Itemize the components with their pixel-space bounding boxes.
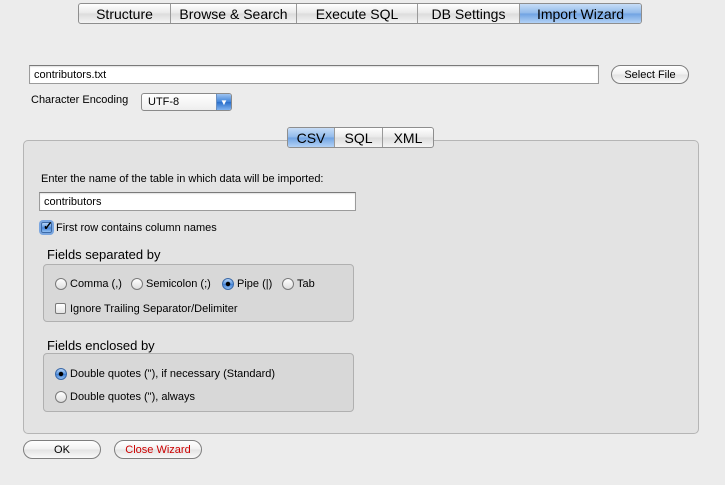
table-name-field[interactable]: contributors	[39, 192, 356, 211]
radio-tab-label: Tab	[297, 278, 315, 290]
radio-quotes-always[interactable]	[55, 391, 67, 403]
radio-semicolon[interactable]	[131, 278, 143, 290]
radio-quotes-if-necessary-label: Double quotes ("), if necessary (Standar…	[70, 368, 276, 380]
ignore-trailing-label: Ignore Trailing Separator/Delimiter	[70, 303, 238, 315]
enclosed-group	[43, 353, 354, 412]
select-file-button[interactable]: Select File	[611, 65, 689, 84]
separated-group-title: Fields separated by	[47, 247, 161, 262]
close-wizard-button[interactable]: Close Wizard	[114, 440, 202, 459]
radio-pipe[interactable]	[222, 278, 234, 290]
tab-import-wizard[interactable]: Import Wizard	[520, 4, 641, 23]
tab-xml[interactable]: XML	[383, 128, 433, 147]
enclosed-group-title: Fields enclosed by	[47, 338, 155, 353]
tab-structure[interactable]: Structure	[79, 4, 171, 23]
radio-comma[interactable]	[55, 278, 67, 290]
table-name-prompt: Enter the name of the table in which dat…	[41, 173, 324, 185]
radio-comma-label: Comma (,)	[70, 278, 122, 290]
radio-pipe-label: Pipe (|)	[237, 278, 273, 290]
first-row-checkbox[interactable]: ✓	[41, 219, 54, 233]
file-path-field[interactable]: contributors.txt	[29, 65, 599, 84]
checkmark-icon: ✓	[43, 219, 54, 233]
tab-db-settings[interactable]: DB Settings	[418, 4, 520, 23]
ignore-trailing-checkbox[interactable]	[55, 303, 66, 314]
encoding-label: Character Encoding	[31, 94, 129, 106]
radio-tab[interactable]	[282, 278, 294, 290]
first-row-label: First row contains column names	[56, 222, 217, 234]
tab-execute-sql[interactable]: Execute SQL	[297, 4, 418, 23]
encoding-select[interactable]: UTF-8 ▼	[141, 93, 232, 111]
main-tab-bar: Structure Browse & Search Execute SQL DB…	[78, 3, 642, 24]
encoding-value: UTF-8	[148, 96, 180, 108]
chevron-down-icon: ▼	[216, 94, 231, 110]
tab-csv[interactable]: CSV	[288, 128, 335, 147]
tab-sql[interactable]: SQL	[335, 128, 383, 147]
radio-quotes-always-label: Double quotes ("), always	[70, 391, 195, 403]
radio-quotes-if-necessary[interactable]	[55, 368, 67, 380]
ok-button[interactable]: OK	[23, 440, 101, 459]
format-tab-bar: CSV SQL XML	[287, 127, 434, 148]
radio-semicolon-label: Semicolon (;)	[146, 278, 211, 290]
tab-browse-search[interactable]: Browse & Search	[171, 4, 297, 23]
